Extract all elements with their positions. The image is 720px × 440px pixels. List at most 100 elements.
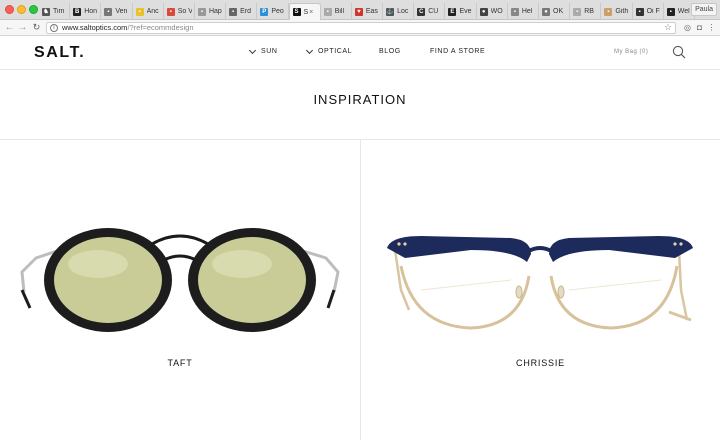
- browser-tab[interactable]: ♥ Eas: [352, 3, 384, 20]
- chrissie-right-browline: [549, 236, 693, 262]
- back-arrow-icon[interactable]: ←: [4, 22, 15, 33]
- browser-tab[interactable]: ▪ So V: [164, 3, 195, 20]
- ven-icon: ▪: [104, 7, 113, 16]
- tab-title: Peo: [271, 8, 284, 15]
- info-icon[interactable]: i: [50, 24, 58, 32]
- tab-list: ♞ Tim B Hon ▪ Ven ▪ Anc ▪ So V ▪ Hap ▪ Erd P Peo S S × ▪ Bil…: [39, 3, 695, 20]
- taft-nose-bridge: [163, 254, 197, 262]
- chrissie-nose-pad: [557, 285, 565, 299]
- minimize-window-button[interactable]: [17, 5, 26, 14]
- url-text: www.saltoptics.com/?ref=ecommdesign: [62, 23, 194, 33]
- hel-icon: ▪: [510, 7, 519, 16]
- tab-title: Eas: [365, 8, 378, 15]
- browser-tab[interactable]: C CU: [414, 3, 446, 20]
- nav-blog[interactable]: BLOG: [379, 48, 401, 55]
- tab-title: Loc: [397, 8, 409, 15]
- chrissie-glasses-image: [387, 236, 693, 330]
- wo-icon: ●: [479, 7, 488, 16]
- my-bag-link[interactable]: My Bag (0): [614, 49, 648, 55]
- tab-title: Hap: [208, 8, 222, 15]
- bill-icon: ▪: [323, 7, 332, 16]
- nav-sun[interactable]: SUN: [248, 46, 278, 55]
- nav-sun-label: SUN: [261, 48, 278, 55]
- e-logo-icon: E: [448, 7, 457, 16]
- hap-icon: ▪: [197, 7, 206, 16]
- nav-optical-label: OPTICAL: [318, 48, 353, 55]
- salt-logo[interactable]: SALT.: [34, 44, 85, 62]
- browser-tab[interactable]: ▪ Ven: [101, 3, 133, 20]
- pocket-icon[interactable]: ◘: [695, 23, 704, 32]
- url-path: /?ref=ecommdesign: [127, 23, 194, 32]
- browser-tab[interactable]: P Peo: [257, 3, 289, 20]
- chrissie-right-lens-glare: [568, 279, 662, 291]
- browser-tab[interactable]: ▪ Erd: [226, 3, 258, 20]
- chrissie-right-rim: [549, 265, 679, 330]
- chrissie-left-rim: [399, 265, 531, 330]
- search-icon[interactable]: [672, 45, 686, 59]
- product-name-taft[interactable]: TAFT: [0, 358, 360, 368]
- chrissie-rivet: [679, 242, 683, 246]
- tab-title: Eve: [459, 8, 472, 15]
- product-name-chrissie[interactable]: CHRISSIE: [361, 358, 720, 368]
- chrissie-temple-tip: [668, 310, 692, 322]
- tab-title: OK: [553, 8, 564, 15]
- forward-arrow-icon[interactable]: →: [17, 22, 28, 33]
- reload-icon[interactable]: ↻: [31, 22, 42, 33]
- site-header: SALT. SUN OPTICAL BLOG FIND A STORE My B…: [0, 37, 720, 70]
- maximize-window-button[interactable]: [29, 5, 38, 14]
- anc-icon: ▪: [135, 7, 144, 16]
- tab-title: Tim: [53, 8, 65, 15]
- browser-tab[interactable]: ● OK: [539, 3, 571, 20]
- salt-s-icon: S: [292, 8, 301, 16]
- browser-tab[interactable]: ▪ Anc: [133, 3, 164, 20]
- browser-tab[interactable]: ▪ Hel: [508, 3, 539, 20]
- browser-tab[interactable]: ▪ Bill: [321, 3, 352, 20]
- address-bar[interactable]: i www.saltoptics.com/?ref=ecommdesign ☆: [46, 22, 676, 34]
- product-card-taft[interactable]: TAFT: [0, 140, 360, 440]
- chrissie-left-browline: [387, 236, 531, 262]
- browser-tab[interactable]: ▪ Hap: [195, 3, 227, 20]
- close-window-button[interactable]: [5, 5, 14, 14]
- bookmark-star-icon[interactable]: ☆: [664, 22, 672, 33]
- nav-optical[interactable]: OPTICAL: [305, 46, 353, 55]
- nav-find-a-store[interactable]: FIND A STORE: [430, 48, 485, 55]
- taft-right-temple-tip: [326, 289, 336, 309]
- page-title: INSPIRATION: [313, 92, 407, 107]
- so-icon: ▪: [166, 7, 175, 16]
- tab-title: Anc: [146, 8, 159, 15]
- browser-tab[interactable]: ♞ Tim: [39, 3, 71, 20]
- profile-button[interactable]: Paula: [691, 3, 717, 16]
- chrissie-nose-pad: [515, 285, 523, 299]
- browser-tab[interactable]: ⚓ Loc: [383, 3, 415, 20]
- anchor-icon: ⚓: [386, 7, 395, 16]
- tab-title: Wel: [677, 8, 690, 15]
- browser-menu-icon[interactable]: ⋮: [707, 23, 716, 32]
- close-tab-icon[interactable]: ×: [309, 9, 313, 16]
- extension-circle-icon[interactable]: ◎: [683, 23, 692, 32]
- erd-icon: ▪: [229, 7, 238, 16]
- tab-title: Oi F: [646, 8, 660, 15]
- product-card-chrissie[interactable]: CHRISSIE: [361, 140, 720, 440]
- browser-tab[interactable]: B Hon: [70, 3, 102, 20]
- browser-tab[interactable]: ▪ Gith: [601, 3, 633, 20]
- tab-title: Hon: [84, 8, 98, 15]
- browser-tab[interactable]: E Eve: [445, 3, 477, 20]
- tab-title: Gith: [615, 8, 629, 15]
- tab-title: RB: [584, 8, 594, 15]
- ok-icon: ●: [542, 7, 550, 16]
- tab-title: Bill: [334, 8, 345, 15]
- chrissie-bridge: [525, 246, 555, 254]
- tab-title: CU: [428, 8, 439, 15]
- chevron-down-icon: [305, 46, 314, 54]
- taft-right-lens: [198, 237, 306, 323]
- c-logo-icon: C: [417, 7, 426, 16]
- chrissie-left-temple: [393, 249, 411, 311]
- tab-title: WO: [490, 8, 503, 15]
- browser-tab[interactable]: ● WO: [477, 3, 508, 20]
- browser-tab[interactable]: S S ×: [288, 3, 321, 20]
- horse-icon: ♞: [42, 7, 50, 16]
- taft-left-lens-shine: [68, 250, 128, 278]
- browser-tab[interactable]: ▪ RB: [570, 3, 602, 20]
- browser-tab[interactable]: ▪ Oi F: [633, 3, 664, 20]
- taft-top-bridge: [151, 234, 209, 246]
